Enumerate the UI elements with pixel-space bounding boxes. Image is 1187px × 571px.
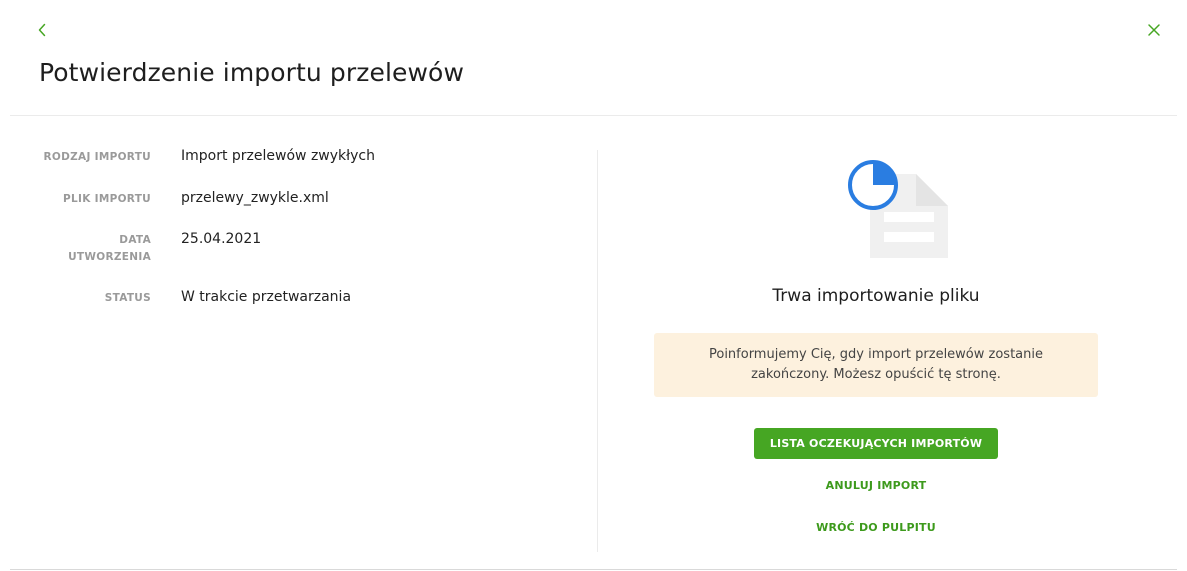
chevron-left-icon: [38, 23, 46, 37]
document-progress-icon: [848, 160, 948, 258]
vertical-divider: [597, 150, 598, 552]
detail-row-status: STATUS W trakcie przetwarzania: [0, 287, 351, 307]
detail-label: DATA UTWORZENIA: [68, 234, 151, 263]
detail-label: RODZAJ IMPORTU: [43, 151, 151, 163]
detail-row-import-file: PLIK IMPORTU przelewy_zwykle.xml: [0, 188, 329, 208]
detail-row-creation-date: DATA UTWORZENIA 25.04.2021: [0, 229, 261, 266]
info-message-text: Poinformujemy Cię, gdy import przelewów …: [708, 347, 1043, 382]
detail-label: PLIK IMPORTU: [63, 193, 151, 205]
header-divider: [10, 115, 1177, 116]
info-message-box: Poinformujemy Cię, gdy import przelewów …: [654, 333, 1098, 397]
status-title: Trwa importowanie pliku: [772, 286, 980, 306]
detail-value: przelewy_zwykle.xml: [181, 190, 329, 206]
pending-imports-list-button[interactable]: LISTA OCZEKUJĄCYCH IMPORTÓW: [754, 428, 998, 459]
detail-value: W trakcie przetwarzania: [181, 289, 352, 305]
back-button[interactable]: [34, 20, 50, 40]
import-confirmation-page: Potwierdzenie importu przelewów RODZAJ I…: [0, 0, 1187, 571]
close-icon: [1148, 24, 1160, 36]
footer-divider: [10, 569, 1177, 570]
detail-row-import-type: RODZAJ IMPORTU Import przelewów zwykłych: [0, 146, 375, 166]
detail-value: Import przelewów zwykłych: [181, 148, 375, 164]
detail-label: STATUS: [104, 292, 151, 304]
detail-value: 25.04.2021: [181, 231, 262, 247]
back-to-dashboard-link[interactable]: WRÓĆ DO PULPITU: [754, 521, 998, 534]
page-title: Potwierdzenie importu przelewów: [39, 58, 464, 87]
cancel-import-link[interactable]: ANULUJ IMPORT: [754, 479, 998, 492]
close-button[interactable]: [1145, 20, 1163, 40]
